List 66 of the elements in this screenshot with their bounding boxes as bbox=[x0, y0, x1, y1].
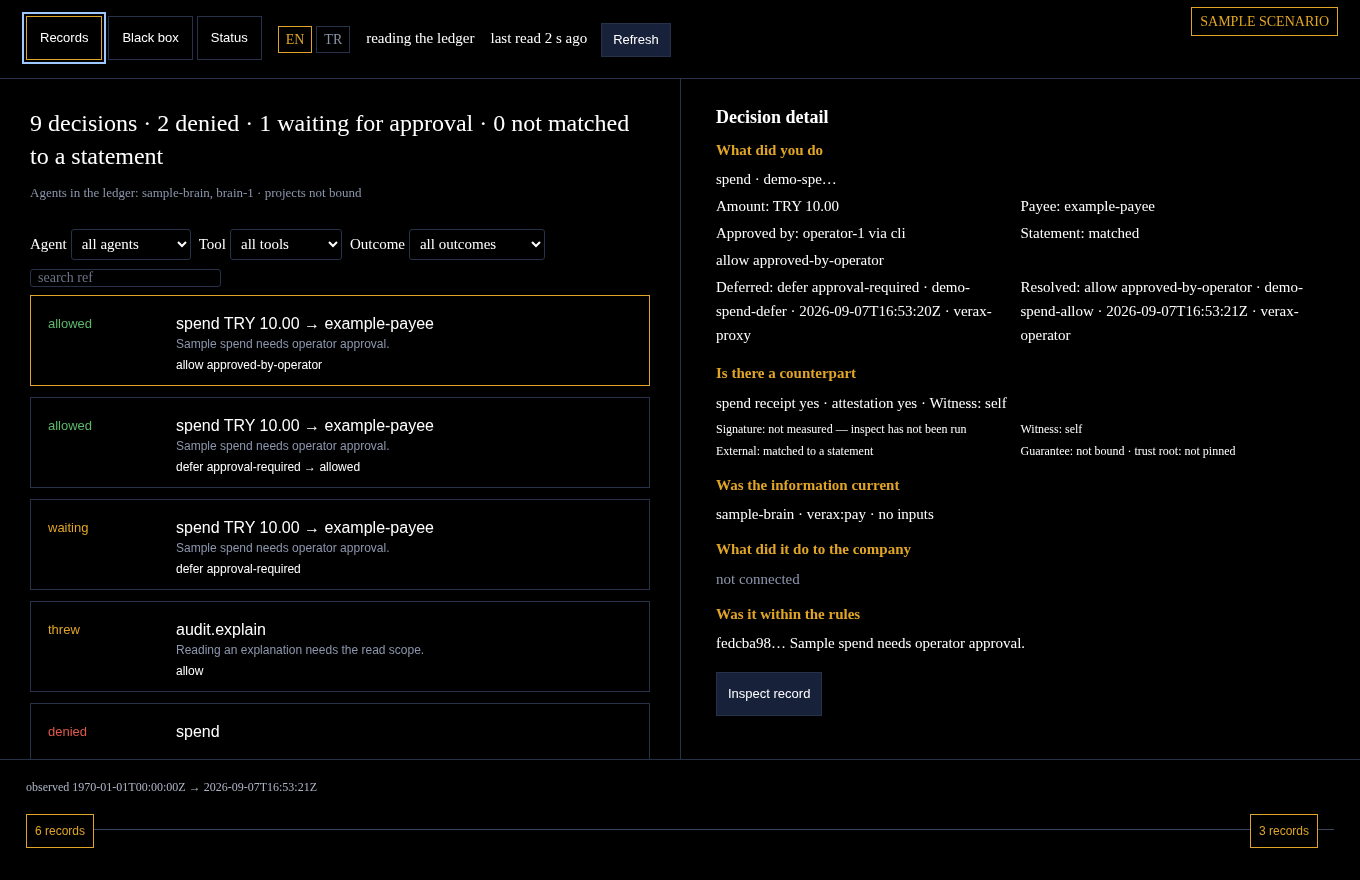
record-card[interactable]: threw audit.explain Reading an explanation needs the read scope. allow bbox=[30, 600, 650, 692]
detail-text: Guarantee: not bound · trust root: not pinned bbox=[1020, 442, 1237, 460]
detail-heading: Decision detail bbox=[716, 107, 830, 129]
filter-label: Agent bbox=[30, 234, 67, 254]
section-heading: Was it within the rules bbox=[716, 604, 862, 624]
record-title: spend bbox=[176, 721, 220, 741]
record-decision: defer approval-required → allowed bbox=[176, 458, 362, 476]
record-reason: Sample spend needs operator approval. bbox=[176, 437, 391, 455]
status-text: last read 2 s ago bbox=[490, 29, 588, 48]
section-heading: What did you do bbox=[716, 140, 825, 160]
nav-tab[interactable]: Status bbox=[196, 16, 262, 60]
section-heading: Was the information current bbox=[716, 475, 901, 495]
detail-text: Approved by: operator-1 via cli bbox=[716, 224, 907, 244]
language-toggle[interactable]: EN bbox=[277, 26, 313, 53]
nav-tab[interactable]: Black box bbox=[108, 16, 193, 60]
summary-subtitle: Agents in the ledger: sample-brain, brain-1 · projects not bound bbox=[30, 184, 363, 202]
record-decision: allow approved-by-operator bbox=[176, 356, 324, 374]
detail-text: Resolved: allow approved-by-operator · demo-spend-allow · 2026-09-07T16:53:21Z · verax-operator bbox=[1020, 278, 1304, 346]
detail-text: not connected bbox=[716, 569, 801, 589]
language-toggle[interactable]: TR bbox=[316, 26, 351, 53]
detail-text: spend · demo-spe… bbox=[716, 170, 838, 190]
timeline-marker[interactable]: 6 records bbox=[26, 814, 95, 848]
detail-text: Amount: TRY 10.00 bbox=[716, 197, 840, 217]
timeline-marker[interactable]: 3 records bbox=[1249, 814, 1318, 848]
detail-text: Signature: not measured — inspect has not been run bbox=[716, 420, 968, 438]
record-title: audit.explain bbox=[176, 619, 267, 639]
record-status: waiting bbox=[48, 518, 90, 537]
record-status: allowed bbox=[48, 416, 94, 435]
refresh-button[interactable]: Refresh bbox=[601, 23, 671, 57]
detail-text: Statement: matched bbox=[1020, 224, 1141, 244]
filter-label: Tool bbox=[198, 234, 226, 254]
detail-text: sample-brain · verax:pay · no inputs bbox=[716, 505, 935, 525]
detail-text: fedcba98… Sample spend needs operator approval. bbox=[716, 634, 1027, 654]
record-status: allowed bbox=[48, 314, 94, 333]
record-title: spend TRY 10.00 → example-payee bbox=[176, 517, 434, 537]
record-title: spend TRY 10.00 → example-payee bbox=[176, 415, 434, 435]
detail-text: allow approved-by-operator bbox=[716, 251, 885, 271]
record-reason: Reading an explanation needs the read scope. bbox=[176, 641, 425, 659]
record-card[interactable]: allowed spend TRY 10.00 → example-payee Sample spend needs operator approval. defer approval-required → allowed bbox=[30, 396, 650, 488]
section-heading: What did it do to the company bbox=[716, 540, 913, 560]
record-decision: defer approval-required bbox=[176, 560, 302, 578]
detail-text: Payee: example-payee bbox=[1020, 197, 1156, 217]
record-reason: Sample spend needs operator approval. bbox=[176, 539, 391, 557]
summary-heading: 9 decisions · 2 denied · 1 waiting for approval · 0 not matched to a statement bbox=[30, 109, 631, 171]
detail-text: Deferred: defer approval-required · demo-spend-defer · 2026-09-07T16:53:20Z · verax-proxy bbox=[716, 278, 993, 346]
section-heading: Is there a counterpart bbox=[716, 364, 858, 384]
record-status: threw bbox=[48, 620, 81, 639]
record-status: denied bbox=[48, 722, 89, 741]
search-field[interactable]: search ref bbox=[30, 268, 221, 287]
status-text: reading the ledger bbox=[366, 29, 475, 48]
observed-range: observed 1970-01-01T00:00:00Z → 2026-09-07T16:53:21Z bbox=[26, 779, 318, 796]
scenario-badge: SAMPLE SCENARIO bbox=[1191, 7, 1338, 36]
filter-select[interactable]: all tools bbox=[229, 228, 342, 260]
filter-label: Outcome bbox=[349, 234, 405, 254]
detail-text: Witness: self bbox=[1020, 420, 1084, 438]
filter-select[interactable]: all agents bbox=[70, 228, 191, 260]
filter-select[interactable]: all outcomes bbox=[408, 228, 545, 260]
record-decision: allow bbox=[176, 662, 205, 680]
record-reason: Sample spend needs operator approval. bbox=[176, 335, 391, 353]
detail-text: spend receipt yes · attestation yes · Witness: self bbox=[716, 393, 1008, 413]
record-title: spend TRY 10.00 → example-payee bbox=[176, 313, 434, 333]
record-card[interactable]: allowed spend TRY 10.00 → example-payee Sample spend needs operator approval. allow approved-by-operator bbox=[30, 294, 650, 386]
detail-text: External: matched to a statement bbox=[716, 442, 875, 460]
inspect-button[interactable]: Inspect record bbox=[716, 672, 823, 716]
record-card[interactable]: waiting spend TRY 10.00 → example-payee Sample spend needs operator approval. defer approval-required bbox=[30, 498, 650, 590]
record-card[interactable]: denied spend bbox=[30, 702, 650, 759]
